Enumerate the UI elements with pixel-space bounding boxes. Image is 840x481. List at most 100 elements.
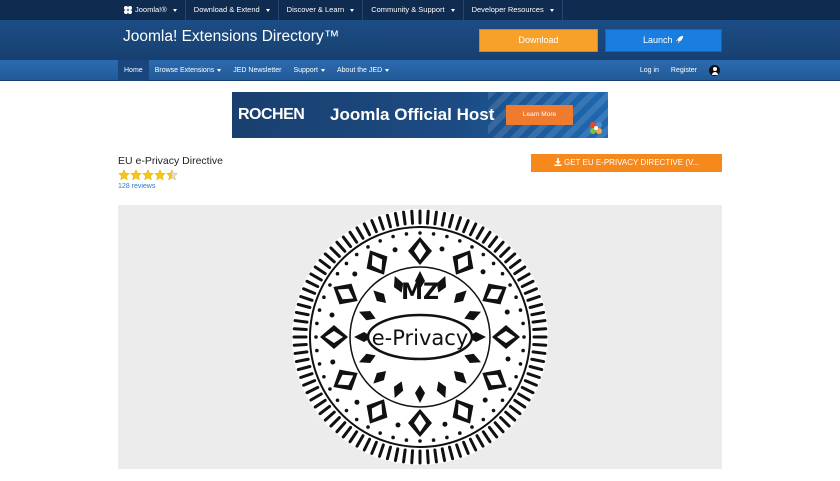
login-link[interactable]: Log in xyxy=(640,67,659,74)
nav-item-label: About the JED xyxy=(336,67,383,74)
ring-dot xyxy=(514,374,518,379)
ring-dot xyxy=(470,245,474,249)
ring-tick xyxy=(410,209,415,225)
ring-dot xyxy=(317,362,322,366)
ring-tick xyxy=(425,209,430,225)
ring-dot xyxy=(366,245,370,249)
caret-down-icon xyxy=(350,8,355,12)
nav-item-browse-extensions[interactable]: Browse Extensions xyxy=(149,60,228,81)
ring-tick xyxy=(531,350,547,355)
star-full-icon xyxy=(118,169,130,181)
ring-dot xyxy=(354,252,359,257)
ring-tick xyxy=(433,448,438,464)
caret-down-icon xyxy=(172,8,177,12)
ring-tick xyxy=(425,449,430,465)
ring-dot xyxy=(335,271,340,276)
ring-dot xyxy=(328,283,332,287)
rating-stars xyxy=(118,169,178,181)
topbar-item-download-extend[interactable]: Download & Extend xyxy=(186,0,279,20)
caret-down-icon xyxy=(450,8,455,12)
ring-dot xyxy=(404,232,409,236)
nav-item-label: Support xyxy=(293,67,318,74)
ring-dot xyxy=(522,335,526,339)
site-title[interactable]: Joomla! Extensions Directory™ xyxy=(123,28,339,46)
ring-dot xyxy=(354,417,359,422)
get-extension-label: GET EU E-PRIVACY DIRECTIVE (V... xyxy=(563,158,700,167)
ring-tick xyxy=(293,319,309,324)
ring-dot xyxy=(317,308,322,312)
ring-dot xyxy=(470,425,474,429)
ring-tick xyxy=(402,210,407,226)
caret-down-icon xyxy=(385,69,390,72)
ring-dot xyxy=(378,239,383,243)
mz-mark: MZ xyxy=(401,280,439,305)
ring-tick xyxy=(531,319,547,324)
caret-down-icon xyxy=(265,8,270,12)
extension-title: EU e-Privacy Directive xyxy=(118,155,224,167)
ring-dot xyxy=(322,295,326,300)
ring-tick xyxy=(292,342,308,347)
register-link[interactable]: Register xyxy=(671,67,697,74)
ring-dot xyxy=(514,295,518,300)
ring-dot xyxy=(457,431,462,435)
ring-dot xyxy=(378,431,383,435)
launch-button-label: Launch xyxy=(642,35,673,45)
ring-dot xyxy=(481,417,486,422)
ring-tick xyxy=(433,210,438,226)
nav-item-home[interactable]: Home xyxy=(118,60,149,81)
user-icon[interactable] xyxy=(709,65,720,76)
nav-item-support[interactable]: Support xyxy=(287,60,331,81)
nav-item-jed-newsletter[interactable]: JED Newsletter xyxy=(227,60,287,81)
topbar-item-developer-resources[interactable]: Developer Resources xyxy=(464,0,563,20)
rochen-ad-banner[interactable]: ROCHEN Joomla Official Host Learn More xyxy=(232,92,608,138)
topbar-item-label: Developer Resources xyxy=(471,5,544,14)
ring-dot xyxy=(366,425,370,429)
download-icon xyxy=(554,158,562,166)
eprivacy-cookie-logo: e-Privacy MZ xyxy=(292,209,548,465)
star-full-icon xyxy=(130,169,142,181)
ring-dot xyxy=(521,321,525,326)
ring-tick xyxy=(402,448,407,464)
ring-dot xyxy=(344,261,349,266)
ring-dot xyxy=(344,408,349,413)
topbar-item-community-support[interactable]: Community & Support xyxy=(363,0,464,20)
banner-headline: Joomla Official Host xyxy=(330,105,495,124)
ring-dot xyxy=(508,283,512,287)
ring-dot xyxy=(418,231,422,235)
joomla-logo-icon xyxy=(124,6,132,14)
reviews-link[interactable]: 128 reviews xyxy=(118,183,155,190)
ring-dot xyxy=(518,362,523,366)
ring-dot xyxy=(491,408,496,413)
ring-dot xyxy=(315,321,319,326)
ring-dot xyxy=(314,335,318,339)
ring-dot xyxy=(491,261,496,266)
nav-item-about-jed[interactable]: About the JED xyxy=(331,60,395,81)
ring-tick xyxy=(532,327,548,332)
launch-button[interactable]: Launch xyxy=(605,29,722,52)
get-extension-button[interactable]: GET EU E-PRIVACY DIRECTIVE (V... xyxy=(531,154,722,172)
ring-dot xyxy=(431,438,436,442)
rocket-icon xyxy=(675,35,684,44)
caret-down-icon xyxy=(549,8,554,12)
ring-dot xyxy=(404,438,409,442)
joomla-logo-icon xyxy=(590,122,602,134)
ring-dot xyxy=(481,252,486,257)
topbar-item-label: Joomla!® xyxy=(135,5,167,14)
download-button[interactable]: Download xyxy=(479,29,598,52)
ring-dot xyxy=(500,398,505,403)
caret-down-icon xyxy=(217,69,222,72)
ring-dot xyxy=(518,308,523,312)
topbar-item-label: Community & Support xyxy=(371,5,445,14)
ring-tick xyxy=(293,350,309,355)
main-nav: Home Browse Extensions JED Newsletter Su… xyxy=(0,60,840,81)
caret-down-icon xyxy=(320,69,325,72)
topbar-item-joomla[interactable]: Joomla!® xyxy=(118,0,186,20)
ring-dot xyxy=(322,374,326,379)
ring-dot xyxy=(418,439,422,443)
learn-more-button[interactable]: Learn More xyxy=(506,105,573,125)
top-bar-menu: Joomla!® Download & Extend Discover & Le… xyxy=(118,0,563,20)
topbar-item-discover-learn[interactable]: Discover & Learn xyxy=(279,0,364,20)
top-bar: Joomla!® Download & Extend Discover & Le… xyxy=(0,0,840,20)
ring-dot xyxy=(328,387,332,391)
star-full-icon xyxy=(142,169,154,181)
